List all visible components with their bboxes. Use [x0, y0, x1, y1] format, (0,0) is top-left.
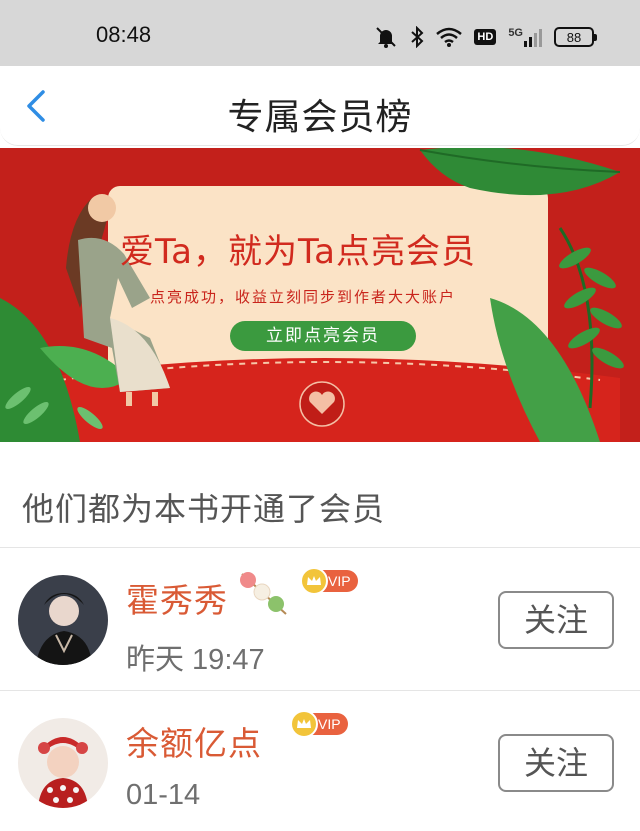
page-title: 专属会员榜: [227, 97, 413, 138]
banner-subtitle: 点亮成功，收益立刻同步到作者大大账户: [150, 288, 457, 306]
status-bar: 08:48 HD 5G 88: [0, 0, 640, 66]
status-icons: HD 5G 88: [374, 26, 597, 48]
light-up-membership-button[interactable]: 立即点亮会员: [230, 321, 416, 351]
signal-label: 5G: [508, 27, 523, 39]
vip-badge-label: VIP: [318, 716, 341, 732]
avatar[interactable]: [18, 718, 108, 808]
wifi-icon: [436, 27, 463, 47]
vip-badge-label: VIP: [328, 573, 351, 589]
crown-icon: [300, 567, 328, 595]
member-name[interactable]: 余额亿点: [126, 717, 262, 765]
top-nav-bar: 专属会员榜: [0, 66, 640, 146]
battery-indicator: 88: [554, 27, 597, 47]
avatar-image: [18, 718, 108, 808]
avatar[interactable]: [18, 575, 108, 665]
status-time: 08:48: [96, 22, 152, 47]
banner-headline: 爱Ta，就为Ta点亮会员: [120, 232, 476, 272]
crown-icon: [290, 710, 318, 738]
mute-icon: [374, 26, 398, 48]
member-list-item[interactable]: 霍秀秀 VIP 昨天 19:47 关注: [0, 548, 640, 688]
bluetooth-icon: [410, 26, 424, 48]
member-list-item[interactable]: 余额亿点 VIP 01-14 关注: [0, 691, 640, 831]
hd-badge: HD: [474, 29, 497, 45]
follow-button[interactable]: 关注: [498, 734, 614, 792]
promo-banner[interactable]: 爱Ta，就为Ta点亮会员 点亮成功，收益立刻同步到作者大大账户 立即点亮会员: [0, 148, 640, 442]
section-title: 他们都为本书开通了会员: [22, 490, 386, 528]
avatar-image: [18, 575, 108, 665]
open-time: 昨天 19:47: [126, 644, 265, 676]
open-time: 01-14: [126, 779, 201, 811]
candy-skewer-icon: [240, 572, 287, 615]
vip-badge: VIP: [300, 567, 358, 595]
vip-badge: VIP: [290, 710, 348, 738]
member-name[interactable]: 霍秀秀: [126, 574, 228, 622]
follow-button[interactable]: 关注: [498, 591, 614, 649]
signal-icon: 5G: [508, 27, 542, 47]
